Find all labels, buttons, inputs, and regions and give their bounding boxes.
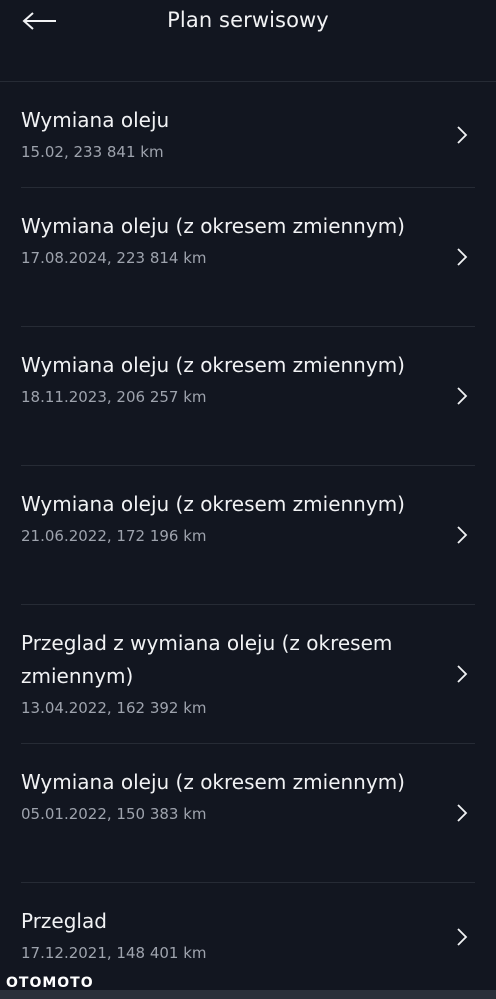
service-item-name: Wymiana oleju <box>21 108 170 132</box>
chevron-right-icon <box>457 804 468 822</box>
service-item-name: Wymiana oleju (z okresem zmiennym) <box>21 353 405 377</box>
service-item[interactable]: Wymiana oleju (z okresem zmiennym) 18.11… <box>21 327 475 466</box>
service-item[interactable]: Przeglad z wymiana oleju (z okresem zmie… <box>21 605 475 744</box>
service-item[interactable]: Wymiana oleju 15.02, 233 841 km <box>21 82 475 188</box>
service-item-meta: 21.06.2022, 172 196 km <box>21 527 207 545</box>
chevron-right-icon <box>457 928 468 946</box>
chevron-right-icon <box>457 248 468 266</box>
service-item-meta: 17.12.2021, 148 401 km <box>21 944 207 962</box>
watermark-logo: OTOMOTO <box>6 975 94 991</box>
service-item-meta: 05.01.2022, 150 383 km <box>21 805 207 823</box>
app-header: Plan serwisowy <box>0 0 496 82</box>
chevron-right-icon <box>457 665 468 683</box>
service-item[interactable]: Wymiana oleju (z okresem zmiennym) 21.06… <box>21 466 475 605</box>
service-item-meta: 15.02, 233 841 km <box>21 143 164 161</box>
chevron-right-icon <box>457 387 468 405</box>
chevron-right-icon <box>457 125 468 144</box>
service-item-name: Wymiana oleju (z okresem zmiennym) <box>21 770 405 794</box>
service-item-name: Wymiana oleju (z okresem zmiennym) <box>21 492 405 516</box>
service-item[interactable]: Wymiana oleju (z okresem zmiennym) 05.01… <box>21 744 475 883</box>
service-item-meta: 18.11.2023, 206 257 km <box>21 388 207 406</box>
service-item-name: Przeglad z wymiana oleju (z okresem zmie… <box>21 631 393 688</box>
service-item-name: Przeglad <box>21 909 107 933</box>
service-item-name: Wymiana oleju (z okresem zmiennym) <box>21 214 405 238</box>
service-item[interactable]: Wymiana oleju (z okresem zmiennym) 17.08… <box>21 188 475 327</box>
service-item-meta: 13.04.2022, 162 392 km <box>21 699 207 717</box>
page-title: Plan serwisowy <box>167 8 329 32</box>
service-list: Wymiana oleju 15.02, 233 841 km Wymiana … <box>0 82 496 991</box>
chevron-right-icon <box>457 526 468 544</box>
bottom-edge <box>0 990 496 999</box>
service-item-meta: 17.08.2024, 223 814 km <box>21 249 207 267</box>
